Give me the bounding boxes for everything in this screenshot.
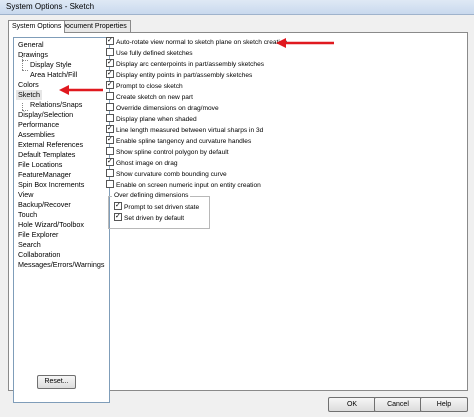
cancel-button[interactable]: Cancel <box>374 397 422 412</box>
tree-item-featuremanager[interactable]: FeatureManager <box>18 170 71 180</box>
option-label: Display entity points in part/assembly s… <box>116 72 253 79</box>
tree-item-default-templates[interactable]: Default Templates <box>18 150 75 160</box>
option-set-driven-by-default[interactable]: Set driven by default <box>114 213 185 224</box>
checkbox[interactable] <box>106 48 114 57</box>
tree-item-collaboration[interactable]: Collaboration <box>18 250 60 260</box>
tree-item-general[interactable]: General <box>18 40 44 50</box>
annotation-arrow-auto-rotate <box>276 38 334 48</box>
tree-item-area-hatch-fill[interactable]: Area Hatch/Fill <box>30 70 77 80</box>
tree-item-display-style[interactable]: Display Style <box>30 60 72 70</box>
option-line-length-virtual-sharps[interactable]: Line length measured between virtual sha… <box>106 125 264 136</box>
checkbox[interactable] <box>106 92 114 101</box>
checkbox[interactable] <box>106 70 114 79</box>
option-label: Set driven by default <box>124 215 185 222</box>
option-ghost-image-on-drag[interactable]: Ghost image on drag <box>106 158 178 169</box>
window-title: System Options - Sketch <box>6 2 95 11</box>
option-label: Enable spline tangency and curvature han… <box>116 138 252 145</box>
option-prompt-to-close-sketch[interactable]: Prompt to close sketch <box>106 81 183 92</box>
tree-connector <box>22 60 28 61</box>
help-button[interactable]: Help <box>420 397 468 412</box>
option-curvature-comb-bounding[interactable]: Show curvature comb bounding curve <box>106 169 227 180</box>
option-label: Display plane when shaded <box>116 116 197 123</box>
tab-system-options[interactable]: System Options <box>8 20 66 33</box>
option-label: Use fully defined sketches <box>116 50 193 57</box>
tree-item-spin-box-increments[interactable]: Spin Box Increments <box>18 180 84 190</box>
tree-connector <box>22 70 28 71</box>
option-label: Show curvature comb bounding curve <box>116 171 227 178</box>
checkbox[interactable] <box>114 213 122 222</box>
checkbox[interactable] <box>106 59 114 68</box>
option-spline-tangency-handles[interactable]: Enable spline tangency and curvature han… <box>106 136 252 147</box>
tree-item-hole-wizard-toolbox[interactable]: Hole Wizard/Toolbox <box>18 220 84 230</box>
checkbox[interactable] <box>106 180 114 189</box>
option-display-entity-points[interactable]: Display entity points in part/assembly s… <box>106 70 253 81</box>
option-label: Enable on screen numeric input on entity… <box>116 182 261 189</box>
overdefining-group-title: Over defining dimensions <box>112 192 191 200</box>
tree-item-file-locations[interactable]: File Locations <box>18 160 62 170</box>
option-label: Override dimensions on drag/move <box>116 105 219 112</box>
reset-button[interactable]: Reset... <box>37 375 76 389</box>
option-label: Ghost image on drag <box>116 160 178 167</box>
ok-button[interactable]: OK <box>328 397 376 412</box>
option-prompt-set-driven-state[interactable]: Prompt to set driven state <box>114 202 200 213</box>
option-display-arc-centerpoints[interactable]: Display arc centerpoints in part/assembl… <box>106 59 265 70</box>
tree-item-assemblies[interactable]: Assemblies <box>18 130 55 140</box>
checkbox[interactable] <box>106 147 114 156</box>
tree-item-colors[interactable]: Colors <box>18 80 39 90</box>
option-spline-control-polygon[interactable]: Show spline control polygon by default <box>106 147 229 158</box>
tree-item-drawings[interactable]: Drawings <box>18 50 48 60</box>
option-onscreen-numeric-input[interactable]: Enable on screen numeric input on entity… <box>106 180 261 191</box>
checkbox[interactable] <box>106 158 114 167</box>
checkbox[interactable] <box>106 81 114 90</box>
tree-item-file-explorer[interactable]: File Explorer <box>18 230 58 240</box>
option-label: Create sketch on new part <box>116 94 193 101</box>
option-display-plane-when-shaded[interactable]: Display plane when shaded <box>106 114 197 125</box>
options-panel: General Drawings Display Style Area Hatc… <box>8 32 468 403</box>
option-label: Line length measured between virtual sha… <box>116 127 264 134</box>
tree-connector <box>22 103 23 110</box>
title-bar: System Options - Sketch <box>0 0 474 15</box>
tree-item-external-references[interactable]: External References <box>18 140 83 150</box>
option-label: Prompt to close sketch <box>116 83 183 90</box>
tree-item-view[interactable]: View <box>18 190 33 200</box>
option-label: Prompt to set driven state <box>124 204 200 211</box>
tree-item-search[interactable]: Search <box>18 240 41 250</box>
option-label: Auto-rotate view normal to sketch plane … <box>116 39 288 46</box>
checkbox[interactable] <box>106 136 114 145</box>
option-auto-rotate-view[interactable]: Auto-rotate view normal to sketch plane … <box>106 37 288 48</box>
checkbox[interactable] <box>106 169 114 178</box>
tree-item-display-selection[interactable]: Display/Selection <box>18 110 73 120</box>
tree-item-relations-snaps[interactable]: Relations/Snaps <box>30 100 82 110</box>
option-create-sketch-on-new-part[interactable]: Create sketch on new part <box>106 92 193 103</box>
option-label: Display arc centerpoints in part/assembl… <box>116 61 265 68</box>
tree-item-performance[interactable]: Performance <box>18 120 59 130</box>
checkbox[interactable] <box>106 103 114 112</box>
checkbox[interactable] <box>114 202 122 211</box>
annotation-arrow-sketch <box>59 85 103 95</box>
checkbox[interactable] <box>106 114 114 123</box>
checkbox[interactable] <box>106 125 114 134</box>
tree-item-messages-errors-warnings[interactable]: Messages/Errors/Warnings <box>18 260 104 270</box>
tree-item-touch[interactable]: Touch <box>18 210 37 220</box>
tree-item-backup-recover[interactable]: Backup/Recover <box>18 200 71 210</box>
option-fully-defined-sketches[interactable]: Use fully defined sketches <box>106 48 193 59</box>
tab-document-properties[interactable]: Document Properties <box>57 20 131 32</box>
checkbox[interactable] <box>106 37 114 46</box>
option-override-dimensions[interactable]: Override dimensions on drag/move <box>106 103 219 114</box>
option-label: Show spline control polygon by default <box>116 149 229 156</box>
tree-item-sketch[interactable]: Sketch <box>16 90 42 100</box>
